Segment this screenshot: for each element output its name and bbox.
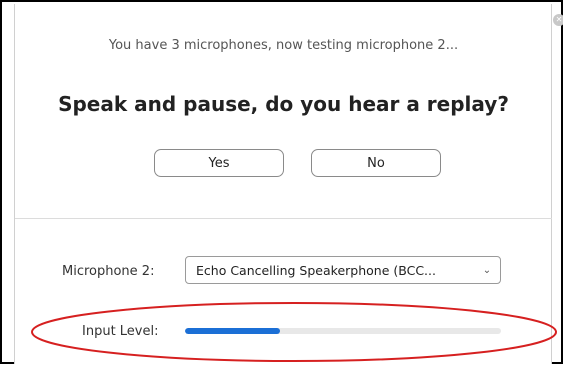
section-divider — [15, 218, 552, 219]
input-level-label: Input Level: — [82, 324, 159, 339]
chevron-down-icon[interactable]: ⌄ — [474, 265, 500, 276]
status-text: You have 3 microphones, now testing micr… — [108, 38, 459, 53]
no-button[interactable]: No — [311, 149, 441, 177]
dialog-frame: ✕ You have 3 microphones, now testing mi… — [0, 0, 563, 364]
microphone-select-value: Echo Cancelling Speakerphone (BCC... — [196, 262, 436, 278]
input-level-meter-fill — [185, 328, 280, 334]
microphone-label: Microphone 2: — [62, 264, 155, 279]
test-mic-dialog — [14, 4, 552, 364]
input-level-meter — [185, 328, 501, 334]
microphone-select[interactable]: Echo Cancelling Speakerphone (BCC... ⌄ — [185, 256, 501, 284]
replay-question: Speak and pause, do you hear a replay? — [58, 92, 509, 116]
yes-button[interactable]: Yes — [154, 149, 284, 177]
close-icon[interactable]: ✕ — [553, 14, 563, 26]
